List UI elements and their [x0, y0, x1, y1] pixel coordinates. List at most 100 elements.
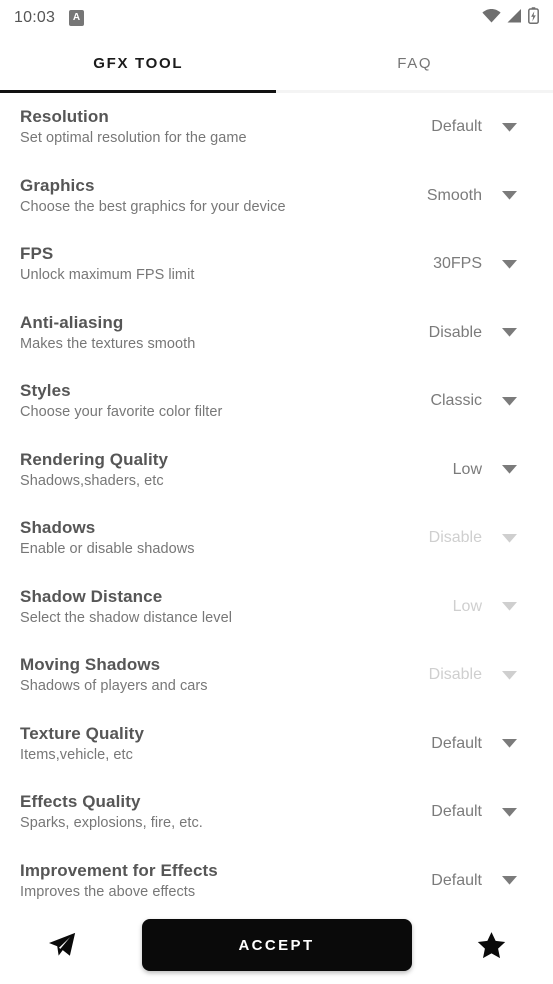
settings-row-subtitle: Improves the above effects — [20, 883, 196, 900]
settings-row-value[interactable]: Default — [431, 735, 482, 753]
settings-row-subtitle: Makes the textures smooth — [20, 335, 196, 352]
bottom-bar: ACCEPT — [0, 906, 553, 984]
settings-row[interactable]: Anti-aliasing Makes the textures smooth Di… — [0, 299, 553, 368]
tab-faq[interactable]: FAQ — [276, 36, 553, 93]
wifi-icon — [482, 8, 501, 28]
chevron-down-icon[interactable] — [495, 191, 523, 200]
notification-badge-icon: A — [69, 10, 85, 26]
settings-row-title: Texture Quality — [20, 723, 144, 743]
settings-row-subtitle: Shadows of players and cars — [20, 678, 208, 695]
settings-row[interactable]: Moving Shadows Shadows of players and car… — [0, 641, 553, 710]
settings-row-title: Resolution — [20, 107, 109, 127]
accept-button[interactable]: ACCEPT — [141, 919, 412, 971]
send-icon[interactable] — [34, 917, 90, 973]
chevron-down-icon[interactable] — [495, 396, 523, 406]
settings-row-title: FPS — [20, 244, 54, 264]
chevron-down-icon[interactable] — [495, 533, 523, 543]
tab-bar: GFX TOOL FAQ — [0, 36, 553, 93]
cellular-signal-icon — [507, 8, 522, 28]
settings-row-value[interactable]: Default — [431, 803, 482, 821]
settings-row-text: Moving Shadows Shadows of players and car… — [20, 655, 429, 695]
settings-row-title: Rendering Quality — [20, 449, 169, 469]
settings-row-subtitle: Sparks, explosions, fire, etc. — [20, 815, 203, 832]
chevron-down-icon[interactable] — [495, 259, 523, 269]
status-bar: 10:03 A — [0, 0, 553, 36]
settings-row[interactable]: Texture Quality Items,vehicle, etc Default — [0, 710, 553, 779]
gfx-tool-screen: 10:03 A GFX TOOL FAQ Resolution Set opti… — [0, 0, 553, 984]
settings-row[interactable]: FPS Unlock maximum FPS limit 30FPS — [0, 230, 553, 299]
settings-row-control[interactable]: Default — [431, 118, 523, 136]
settings-row-title: Improvement for Effects — [20, 860, 218, 880]
settings-row-subtitle: Enable or disable shadows — [20, 541, 195, 558]
settings-row-text: Texture Quality Items,vehicle, etc — [20, 724, 431, 764]
settings-row[interactable]: Shadow Distance Select the shadow distanc… — [0, 573, 553, 642]
settings-row-control[interactable]: 30FPS — [433, 255, 523, 273]
settings-row-value[interactable]: Disable — [429, 666, 482, 684]
settings-row-subtitle: Choose the best graphics for your device — [20, 198, 286, 215]
settings-row-control[interactable]: Disable — [429, 666, 523, 684]
chevron-down-icon[interactable] — [495, 328, 523, 337]
settings-row-value[interactable]: Disable — [429, 529, 482, 547]
settings-row-value[interactable]: Low — [453, 598, 482, 616]
settings-row-text: Effects Quality Sparks, explosions, fire,… — [20, 792, 431, 832]
settings-row-control[interactable]: Disable — [429, 324, 523, 342]
settings-row-value[interactable]: Classic — [430, 392, 482, 410]
settings-row-text: Shadows Enable or disable shadows — [20, 518, 429, 558]
settings-row-text: Rendering Quality Shadows,shaders, etc — [20, 450, 453, 490]
settings-row-title: Effects Quality — [20, 792, 141, 812]
settings-row-text: Anti-aliasing Makes the textures smooth — [20, 313, 429, 353]
tab-gfx-tool[interactable]: GFX TOOL — [0, 36, 277, 93]
settings-row-control[interactable]: Low — [453, 461, 523, 479]
settings-row-control[interactable]: Disable — [429, 529, 523, 547]
settings-row-subtitle: Items,vehicle, etc — [20, 746, 133, 763]
settings-row-text: Graphics Choose the best graphics for you… — [20, 176, 427, 216]
chevron-down-icon[interactable] — [495, 602, 523, 611]
settings-row-subtitle: Set optimal resolution for the game — [20, 130, 247, 147]
settings-row-subtitle: Unlock maximum FPS limit — [20, 267, 195, 284]
chevron-down-icon[interactable] — [495, 876, 523, 885]
settings-row-title: Styles — [20, 381, 71, 401]
settings-row-value[interactable]: Smooth — [427, 187, 482, 205]
settings-row[interactable]: Effects Quality Sparks, explosions, fire,… — [0, 778, 553, 847]
settings-row-title: Shadows — [20, 518, 96, 538]
chevron-down-icon[interactable] — [495, 122, 523, 132]
settings-row-text: Improvement for Effects Improves the abov… — [20, 861, 431, 901]
settings-row[interactable]: Improvement for Effects Improves the abov… — [0, 847, 553, 907]
status-clock: 10:03 — [14, 9, 56, 26]
chevron-down-icon[interactable] — [495, 465, 523, 474]
settings-row-control[interactable]: Default — [431, 735, 523, 753]
settings-row-text: FPS Unlock maximum FPS limit — [20, 244, 433, 284]
settings-row-value[interactable]: Default — [431, 872, 482, 890]
chevron-down-icon[interactable] — [495, 807, 523, 817]
settings-row-control[interactable]: Default — [431, 803, 523, 821]
settings-list[interactable]: Resolution Set optimal resolution for the… — [0, 93, 553, 906]
settings-row-title: Shadow Distance — [20, 586, 163, 606]
settings-row-value[interactable]: Low — [453, 461, 482, 479]
settings-row-control[interactable]: Classic — [430, 392, 523, 410]
settings-row-title: Moving Shadows — [20, 655, 161, 675]
settings-row-title: Graphics — [20, 175, 95, 195]
settings-row-value[interactable]: Disable — [429, 324, 482, 342]
settings-row-value[interactable]: 30FPS — [433, 255, 482, 273]
settings-row-text: Shadow Distance Select the shadow distanc… — [20, 587, 453, 627]
settings-row[interactable]: Resolution Set optimal resolution for the… — [0, 93, 553, 162]
settings-row[interactable]: Shadows Enable or disable shadows Disable — [0, 504, 553, 573]
settings-row-title: Anti-aliasing — [20, 312, 124, 332]
settings-row-value[interactable]: Default — [431, 118, 482, 136]
settings-row-control[interactable]: Smooth — [427, 187, 523, 205]
settings-row-text: Resolution Set optimal resolution for the… — [20, 107, 431, 147]
settings-row[interactable]: Graphics Choose the best graphics for you… — [0, 162, 553, 231]
settings-row-control[interactable]: Default — [431, 872, 523, 890]
star-icon[interactable] — [463, 917, 519, 973]
settings-row[interactable]: Rendering Quality Shadows,shaders, etc Low — [0, 436, 553, 505]
chevron-down-icon[interactable] — [495, 670, 523, 680]
settings-row-subtitle: Choose your favorite color filter — [20, 404, 223, 421]
settings-row-text: Styles Choose your favorite color filter — [20, 381, 430, 421]
settings-row-control[interactable]: Low — [453, 598, 523, 616]
settings-row-subtitle: Select the shadow distance level — [20, 609, 232, 626]
status-icons — [482, 7, 539, 29]
settings-row-subtitle: Shadows,shaders, etc — [20, 472, 164, 489]
battery-charging-icon — [528, 7, 539, 29]
settings-row[interactable]: Styles Choose your favorite color filter C… — [0, 367, 553, 436]
chevron-down-icon[interactable] — [495, 739, 523, 748]
